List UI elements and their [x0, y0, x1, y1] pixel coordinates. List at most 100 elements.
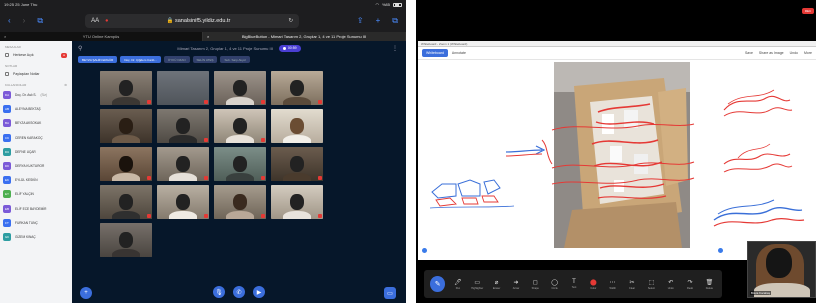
- arrow-icon: ➜: [513, 279, 519, 286]
- draw-tool-button[interactable]: 🖊 Pen: [451, 276, 464, 292]
- video-tile[interactable]: [271, 147, 323, 181]
- video-tile[interactable]: [271, 109, 323, 143]
- video-tile[interactable]: [271, 71, 323, 105]
- list-item[interactable]: GK GİZEM KINAÇ: [3, 230, 69, 244]
- list-item[interactable]: BA BEYZA AKSOKAK: [3, 116, 69, 130]
- talker-chip: Sub. Sarp Akyol: [220, 56, 250, 63]
- video-tile[interactable]: [157, 109, 209, 143]
- lock-icon: 🔒: [166, 17, 174, 24]
- list-item[interactable]: DA Doç. Dr. Aslı S. (Siz): [3, 88, 69, 102]
- video-tile[interactable]: [214, 185, 266, 219]
- page-dot-left: [422, 248, 427, 253]
- pen-tool-button[interactable]: ✎: [430, 276, 446, 292]
- list-item[interactable]: EK EYLÜL KESKİN: [3, 173, 69, 187]
- muted-mic-icon: [261, 138, 265, 142]
- video-tile[interactable]: [100, 147, 152, 181]
- forward-icon[interactable]: ›: [23, 16, 26, 25]
- notes-header: NOTLAR: [5, 64, 18, 68]
- sidebar-item-shared-notes[interactable]: Paylaşılan Notlar: [0, 69, 72, 79]
- tab-ytu-online[interactable]: × YTU Online Kampüs: [0, 32, 203, 41]
- address-bar[interactable]: AA ● 🔒 sanalsinif5.yildiz.edu.tr ↻: [85, 13, 300, 28]
- share-image-button[interactable]: Share as Image: [759, 51, 784, 55]
- mic-button[interactable]: 🎙: [213, 286, 225, 298]
- video-tile[interactable]: [271, 185, 323, 219]
- back-icon[interactable]: ‹: [8, 16, 11, 25]
- list-item[interactable]: DK DERYA KUKTUROR: [3, 159, 69, 173]
- list-item[interactable]: CK CEREN KARAKOÇ: [3, 131, 69, 145]
- reader-aa-button[interactable]: AA: [91, 18, 99, 24]
- highlight-tool-button[interactable]: ▭ Highlighter: [471, 276, 484, 292]
- video-tile[interactable]: [100, 109, 152, 143]
- close-icon[interactable]: ×: [4, 34, 6, 39]
- text-tool-button[interactable]: T Text: [567, 276, 580, 292]
- mic-icon: ●: [105, 17, 109, 24]
- arrow-tool-button[interactable]: ➜ Arrow: [509, 276, 522, 292]
- list-item[interactable]: EB ELİF ECE BAYDEMİR: [3, 202, 69, 216]
- book-icon[interactable]: ⧉: [37, 16, 43, 26]
- bbb-controls: 🎙 ✆ ▶: [72, 281, 406, 303]
- recording-indicator[interactable]: 00:59: [278, 44, 301, 52]
- text-icon: T: [572, 279, 576, 285]
- annotation-strokes: [429, 89, 805, 227]
- tool-label: Delete: [705, 286, 713, 290]
- save-button[interactable]: Save: [745, 51, 753, 55]
- video-tile[interactable]: [100, 185, 152, 219]
- eraser-tool-button[interactable]: ⌀ Eraser: [490, 276, 503, 292]
- video-tile[interactable]: [214, 71, 266, 105]
- undo-button[interactable]: Undo: [790, 51, 798, 55]
- talker-chip: BEYZA ŞAHİN ERGÜR: [78, 56, 118, 63]
- color-tool-button[interactable]: ⬤ Color: [587, 276, 600, 292]
- meeting-header: ⚲ Mimari Tasarım 2, Gruplar 1, 4 ve 11 P…: [72, 41, 406, 55]
- user-name: ALEYNA BEKTAŞ: [15, 107, 41, 112]
- draw-icon: 🖊: [454, 279, 462, 286]
- redo-tool-button[interactable]: ↷ Redo: [683, 276, 696, 292]
- more-options-icon[interactable]: ⋮: [392, 45, 398, 52]
- sidebar-item-public-chat[interactable]: Herkese Açık ●: [0, 50, 72, 60]
- self-video-thumbnail[interactable]: Büşra Kocabaş: [747, 241, 816, 298]
- select-tool-button[interactable]: ⬚ Select: [645, 276, 658, 292]
- bbb-meeting-area: ⚲ Mimari Tasarım 2, Gruplar 1, 4 ve 11 P…: [72, 41, 406, 303]
- circle-tool-button[interactable]: ◯ Circle: [548, 276, 561, 292]
- record-dot-icon: [282, 46, 286, 50]
- shape-tool-button[interactable]: ◻ Shape: [529, 276, 542, 292]
- video-tile[interactable]: [100, 223, 152, 257]
- actions-plus-button[interactable]: +: [80, 287, 92, 299]
- undo-tool-button[interactable]: ↶ Undo: [664, 276, 677, 292]
- video-tile[interactable]: [214, 109, 266, 143]
- delete-tool-button[interactable]: 🗑 Delete: [703, 276, 716, 292]
- muted-mic-icon: [318, 176, 322, 180]
- whiteboard-canvas[interactable]: [418, 60, 816, 260]
- width-tool-button[interactable]: ⋯ Width: [606, 276, 619, 292]
- highlighter-icon: ▭: [474, 279, 481, 286]
- reload-icon[interactable]: ↻: [288, 18, 293, 24]
- tab-annotate[interactable]: Annotate: [452, 51, 466, 55]
- notes-icon: [5, 72, 9, 76]
- list-item[interactable]: FT FURKAN TUNÇ: [3, 216, 69, 230]
- url-text: 🔒 sanalsinif5.yildiz.edu.tr: [114, 18, 282, 24]
- tab-bigbluebutton[interactable]: × BigBlueButton - Mimari Tasarım 2, Grup…: [203, 32, 406, 41]
- phone-button[interactable]: ✆: [233, 286, 245, 298]
- clear-tool-button[interactable]: ✂ Clear: [625, 276, 638, 292]
- share-icon[interactable]: ⇪: [357, 16, 364, 25]
- video-tile[interactable]: [100, 71, 152, 105]
- avatar: EB: [3, 204, 11, 213]
- tab-whiteboard[interactable]: Whiteboard: [422, 49, 448, 57]
- video-tile[interactable]: [157, 147, 209, 181]
- close-icon[interactable]: ×: [207, 34, 209, 39]
- video-tile[interactable]: [157, 71, 209, 105]
- camera-button[interactable]: ▶: [253, 286, 265, 298]
- list-item[interactable]: AB ALEYNA BEKTAŞ: [3, 102, 69, 116]
- list-item[interactable]: EY ELİF YALÇIN: [3, 187, 69, 201]
- more-button[interactable]: More: [804, 51, 812, 55]
- video-tile[interactable]: [157, 185, 209, 219]
- user-list-toggle-icon[interactable]: ⚲: [78, 45, 82, 52]
- list-item[interactable]: DU DEFNE UÇAR: [3, 145, 69, 159]
- tabs-icon[interactable]: ⧉: [392, 16, 398, 26]
- chat-icon: [5, 53, 9, 57]
- gear-icon[interactable]: ⚙: [64, 83, 67, 87]
- new-tab-icon[interactable]: +: [376, 16, 381, 25]
- video-tile[interactable]: [214, 147, 266, 181]
- screenshare-button[interactable]: ▭: [384, 287, 396, 299]
- ios-status-bar: 19:25 25 June Thu ◠ %85: [0, 0, 406, 9]
- selfcam-name: Büşra Kocabaş: [750, 291, 771, 295]
